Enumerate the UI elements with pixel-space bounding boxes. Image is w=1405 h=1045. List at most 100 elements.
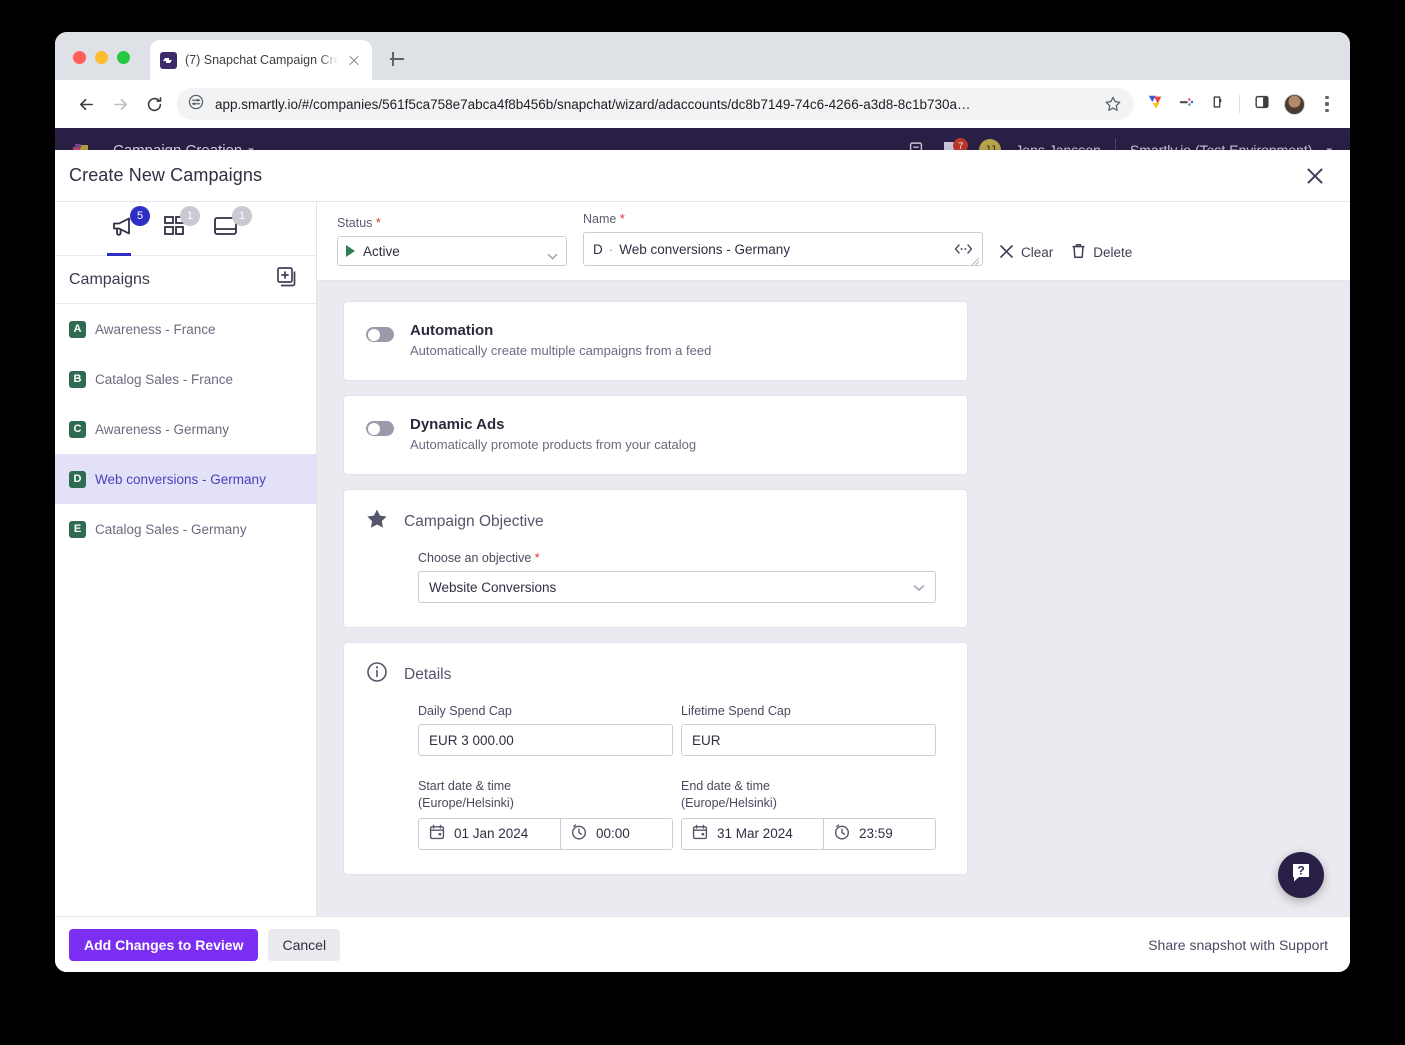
dynamic-ads-toggle[interactable] (366, 421, 394, 436)
list-item[interactable]: C Awareness - Germany (55, 404, 316, 454)
resize-handle[interactable] (971, 254, 980, 266)
end-date-input[interactable]: 31 Mar 2024 (681, 817, 824, 850)
start-date-input[interactable]: 01 Jan 2024 (418, 817, 561, 850)
campaign-letter-badge: A (69, 320, 86, 338)
delete-button[interactable]: Delete (1071, 243, 1132, 262)
list-item[interactable]: B Catalog Sales - France (55, 354, 316, 404)
status-select[interactable]: Active (337, 236, 567, 266)
main-content: Status * Active Name * D · Web conversio… (317, 202, 1350, 916)
share-snapshot-link[interactable]: Share snapshot with Support (1148, 937, 1328, 953)
minimize-window-button[interactable] (95, 51, 108, 64)
dynamic-ads-card: Dynamic Ads Automatically promote produc… (343, 395, 968, 475)
window-traffic-lights[interactable] (73, 51, 130, 64)
play-icon (346, 245, 355, 257)
ads-count-badge: 1 (232, 205, 252, 226)
sidebar-title: Campaigns (69, 270, 150, 288)
back-arrow-icon[interactable] (69, 87, 103, 121)
objective-value: Website Conversions (429, 579, 557, 595)
extension-small-icon[interactable] (1177, 93, 1195, 116)
campaign-letter-badge: C (69, 420, 86, 438)
maximize-window-button[interactable] (117, 51, 130, 64)
details-card: Details Daily Spend Cap EUR 3 000.00 Lif… (343, 642, 968, 875)
lifetime-spend-cap-label: Lifetime Spend Cap (681, 704, 791, 718)
kebab-menu-icon[interactable] (1318, 96, 1336, 112)
status-label: Status * (337, 216, 381, 230)
close-window-button[interactable] (73, 51, 86, 64)
start-datetime-label: Start date & time (Europe/Helsinki) (418, 779, 514, 810)
end-datetime-field: End date & time (Europe/Helsinki) 31 Mar… (681, 778, 936, 850)
site-settings-icon[interactable] (187, 93, 205, 116)
browser-tab[interactable]: (7) Snapchat Campaign Crea (150, 40, 372, 80)
name-separator: · (608, 241, 614, 257)
end-datetime-label: End date & time (Europe/Helsinki) (681, 779, 777, 810)
details-section-title: Details (404, 665, 452, 683)
snapchat-ghost-icon (160, 51, 177, 69)
required-marker: * (616, 212, 625, 226)
campaigns-count-badge: 5 (130, 205, 150, 226)
help-button[interactable]: ? (1278, 852, 1324, 898)
star-icon[interactable] (1104, 95, 1122, 113)
automation-subtitle: Automatically create multiple campaigns … (410, 343, 712, 358)
toolbar-divider (1239, 95, 1240, 113)
campaign-list: A Awareness - France B Catalog Sales - F… (55, 304, 316, 916)
status-field: Status * Active (337, 216, 567, 266)
star-icon (366, 508, 388, 535)
cancel-button[interactable]: Cancel (268, 928, 341, 961)
objective-section-title: Campaign Objective (404, 512, 544, 530)
browser-tab-title: (7) Snapchat Campaign Crea (185, 53, 338, 67)
clear-button[interactable]: Clear (999, 244, 1053, 262)
campaign-letter-badge: E (69, 520, 86, 538)
header-actions: Clear Delete (999, 243, 1132, 266)
close-icon[interactable] (1302, 163, 1328, 189)
dynamic-ads-subtitle: Automatically promote products from your… (410, 437, 697, 452)
close-tab-button[interactable] (346, 52, 362, 68)
page-viewport: Campaign Creation ▾ (55, 128, 1350, 972)
lifetime-spend-cap-input[interactable]: EUR (681, 724, 936, 756)
address-bar[interactable]: app.smartly.io/#/companies/561f5ca758e7a… (177, 88, 1134, 120)
name-field: Name * D · Web conversions - Germany (583, 212, 983, 266)
tab-ads[interactable]: 1 (213, 202, 252, 256)
sidebar: 5 1 1 Campaigns A Awareness - France B C… (55, 202, 317, 916)
browser-extensions (1142, 93, 1336, 116)
sidepanel-icon[interactable] (1253, 93, 1271, 116)
name-input[interactable]: D · Web conversions - Germany (583, 232, 983, 266)
tab-ad-sets[interactable]: 1 (163, 202, 200, 256)
page-title: Create New Campaigns (69, 165, 263, 185)
entity-tabs: 5 1 1 (55, 202, 316, 256)
details-grid: Daily Spend Cap EUR 3 000.00 Lifetime Sp… (418, 704, 945, 850)
objective-select[interactable]: Website Conversions (418, 571, 936, 603)
info-icon (366, 661, 388, 688)
list-item-selected[interactable]: D Web conversions - Germany (55, 454, 316, 504)
list-item[interactable]: E Catalog Sales - Germany (55, 504, 316, 554)
required-marker: * (372, 216, 381, 230)
campaign-letter-badge: B (69, 370, 86, 388)
campaign-label: Web conversions - Germany (95, 471, 266, 487)
duplicate-add-icon[interactable] (276, 266, 298, 293)
end-time-input[interactable]: 23:59 (824, 817, 936, 850)
modal-header: Create New Campaigns (55, 150, 1350, 202)
automation-toggle[interactable] (366, 327, 394, 342)
dynamic-ads-title: Dynamic Ads (410, 416, 505, 433)
start-time-value: 00:00 (596, 826, 630, 842)
extension-colorful-icon[interactable] (1146, 93, 1164, 116)
forward-arrow-icon (103, 87, 137, 121)
start-time-input[interactable]: 00:00 (561, 817, 673, 850)
start-timezone: (Europe/Helsinki) (418, 795, 514, 810)
sidebar-header: Campaigns (55, 256, 316, 304)
daily-spend-cap-input[interactable]: EUR 3 000.00 (418, 724, 673, 756)
required-marker: * (531, 551, 540, 565)
clock-icon (834, 824, 850, 843)
svg-text:?: ? (1297, 863, 1304, 877)
end-time-value: 23:59 (859, 826, 893, 842)
add-changes-to-review-button[interactable]: Add Changes to Review (69, 928, 259, 961)
reload-icon[interactable] (137, 87, 171, 121)
campaign-letter-badge: D (69, 470, 86, 488)
new-tab-button[interactable] (386, 48, 408, 70)
list-item[interactable]: A Awareness - France (55, 304, 316, 354)
profile-avatar[interactable] (1284, 93, 1305, 115)
x-icon (999, 244, 1014, 262)
lifetime-spend-cap-value: EUR (692, 732, 721, 748)
extension-puzzle-icon[interactable] (1208, 93, 1226, 116)
tab-campaigns[interactable]: 5 (107, 202, 150, 256)
calendar-icon (692, 824, 708, 843)
